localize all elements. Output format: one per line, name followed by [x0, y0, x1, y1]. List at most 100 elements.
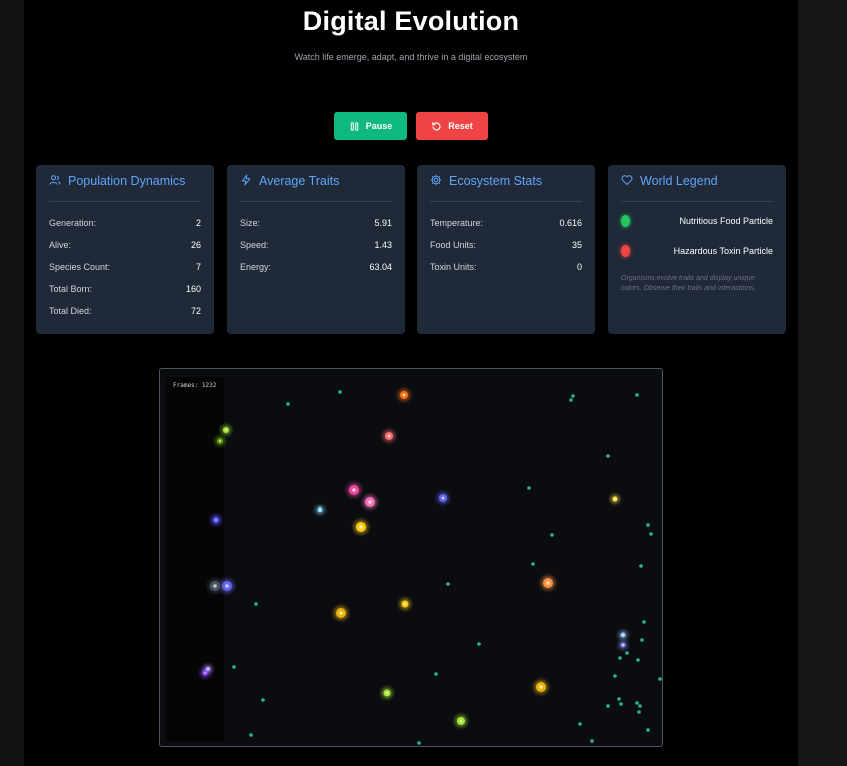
stat-row-temperature: Temperature: 0.616 [430, 218, 582, 228]
organism-core [319, 509, 321, 511]
food-particle [613, 674, 617, 678]
ecosystem-card-header: Ecosystem Stats [430, 165, 582, 202]
legend-item-food: Nutritious Food Particle [621, 206, 773, 236]
pause-button[interactable]: Pause [334, 112, 407, 140]
food-particle [249, 733, 253, 737]
food-particle [640, 638, 644, 642]
particle-layer [199, 388, 662, 745]
stat-row-energy: Energy: 63.04 [240, 262, 392, 272]
page-title: Digital Evolution [302, 6, 520, 36]
food-particle [434, 672, 438, 676]
stat-row-total-born: Total Born: 160 [49, 284, 201, 294]
food-particle [232, 665, 236, 669]
organism-core [441, 496, 445, 500]
food-particle [261, 698, 265, 702]
reset-label: Reset [448, 121, 473, 131]
organism-core [225, 584, 229, 588]
legend-card-title: World Legend [640, 174, 718, 188]
food-particle [569, 398, 573, 402]
organism-core [622, 644, 624, 646]
food-particle [618, 656, 622, 660]
legend-note: Organisms evolve traits and display uniq… [621, 275, 756, 292]
legend-item-toxin: Hazardous Toxin Particle [621, 236, 773, 266]
food-particle [649, 532, 653, 536]
simulation-canvas[interactable]: Frames: 1232 [159, 368, 663, 747]
food-particle [638, 704, 642, 708]
organism-core [224, 428, 228, 432]
stat-row-generation: Generation: 2 [49, 218, 201, 228]
organism-core [368, 500, 372, 504]
food-particle [636, 658, 640, 662]
food-particle [550, 533, 554, 537]
users-icon [49, 175, 61, 185]
organism-core [214, 518, 218, 522]
page-subtitle: Watch life emerge, adapt, and thrive in … [294, 52, 528, 62]
food-particle [254, 602, 258, 606]
stat-row-alive: Alive: 26 [49, 240, 201, 250]
food-particle [477, 642, 481, 646]
organism-core [339, 611, 343, 615]
food-particle [637, 710, 641, 714]
organism-core [387, 434, 391, 438]
organism-core [385, 691, 389, 695]
pause-label: Pause [365, 121, 393, 131]
traits-card-header: Average Traits [240, 165, 392, 202]
food-particle [606, 454, 610, 458]
food-particle [635, 393, 639, 397]
food-particle [619, 702, 623, 706]
food-particle [625, 651, 629, 655]
stat-row-species-count: Species Count: 7 [49, 262, 201, 272]
food-particle [446, 582, 450, 586]
organism-core [402, 393, 406, 397]
stat-row-food-units: Food Units: 35 [430, 240, 582, 250]
traits-card-title: Average Traits [259, 174, 340, 188]
organism-core [539, 685, 543, 689]
organism-core [213, 584, 217, 588]
frame-counter: Frames: 1232 [173, 382, 217, 389]
food-particle [590, 739, 594, 743]
food-particle [658, 677, 662, 681]
food-particle [338, 390, 342, 394]
food-particle [635, 701, 639, 705]
legend-card: World Legend Nutritious Food Particle Ha… [608, 165, 786, 334]
food-particle [578, 722, 582, 726]
stat-row-speed: Speed: 1.43 [240, 240, 392, 250]
organism-core [614, 498, 616, 500]
ecosystem-card-title: Ecosystem Stats [449, 174, 543, 188]
gear-icon [430, 174, 442, 186]
stat-row-size: Size: 5.91 [240, 218, 392, 228]
population-card: Population Dynamics Generation: 2 Alive: 2… [36, 165, 214, 334]
ecosystem-card: Ecosystem Stats Temperature: 0.616 Food U… [417, 165, 595, 334]
toxin-particle-swatch [621, 245, 630, 257]
organism-core [359, 525, 363, 529]
food-particle [617, 697, 621, 701]
food-particle [646, 728, 650, 732]
food-particle [639, 564, 643, 568]
organism-core [459, 719, 463, 723]
food-particle [571, 394, 575, 398]
organism-core [622, 634, 624, 636]
food-particle [286, 402, 290, 406]
organism-core [218, 439, 222, 443]
stat-row-total-died: Total Died: 72 [49, 306, 201, 316]
food-particle [417, 741, 421, 745]
traits-card: Average Traits Size: 5.91 Speed: 1.43 Ener… [227, 165, 405, 334]
population-card-title: Population Dynamics [68, 174, 186, 188]
food-particle-swatch [621, 215, 630, 227]
population-card-header: Population Dynamics [49, 165, 201, 202]
food-particle [606, 704, 610, 708]
food-particle [646, 523, 650, 527]
food-particle [531, 562, 535, 566]
food-particle [527, 486, 531, 490]
right-margin [798, 0, 847, 766]
heart-icon [621, 175, 633, 185]
organism-core [352, 488, 356, 492]
organism-core [207, 668, 209, 670]
rotate-ccw-icon [432, 121, 441, 130]
lightning-icon [241, 174, 251, 186]
reset-button[interactable]: Reset [416, 112, 488, 140]
organism-core [403, 602, 407, 606]
legend-card-header: World Legend [621, 165, 773, 202]
organism-core [546, 581, 550, 585]
pause-icon [350, 121, 358, 131]
